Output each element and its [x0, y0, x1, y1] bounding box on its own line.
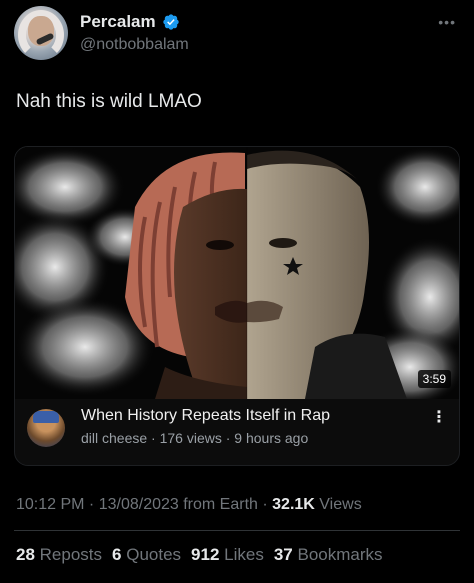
channel-avatar-hat-shape: [33, 411, 59, 423]
quotes-label: Quotes: [126, 545, 182, 564]
engagement-stats: 28 Reposts 6 Quotes 912 Likes 37 Bookmar…: [16, 545, 383, 565]
reposts-count: 28: [16, 545, 35, 564]
post-time: 10:12 PM: [16, 496, 85, 513]
author-avatar[interactable]: [14, 6, 68, 60]
quotes-count: 6: [112, 545, 122, 564]
author-display-name[interactable]: Percalam: [80, 12, 156, 32]
video-info: When History Repeats Itself in Rap dill …: [15, 399, 459, 465]
post-date: 13/08/2023: [98, 496, 179, 513]
bookmarks-stat[interactable]: 37 Bookmarks: [274, 545, 383, 565]
thumbnail-image: [15, 147, 459, 399]
post-views-label: Views: [319, 496, 362, 513]
channel-avatar[interactable]: [27, 409, 65, 447]
tweet-header: Percalam @notbobbalam •••: [14, 6, 460, 62]
likes-stat[interactable]: 912 Likes: [191, 545, 264, 565]
quotes-stat[interactable]: 6 Quotes: [112, 545, 181, 565]
author-handle[interactable]: @notbobbalam: [80, 36, 189, 54]
video-title[interactable]: When History Repeats Itself in Rap: [81, 407, 330, 425]
post-source: from Earth: [183, 496, 258, 513]
video-thumbnail[interactable]: 3:59: [15, 147, 459, 399]
more-horizontal-icon[interactable]: •••: [438, 14, 456, 30]
author-name-row: Percalam: [80, 12, 180, 32]
verified-badge-icon: [162, 14, 179, 30]
reposts-label: Reposts: [39, 545, 103, 564]
post-timestamp: 10:12 PM · 13/08/2023 from Earth · 32.1K…: [16, 496, 362, 513]
bookmarks-label: Bookmarks: [297, 545, 383, 564]
tweet-text: Nah this is wild LMAO: [16, 91, 202, 112]
video-card[interactable]: 3:59 When History Repeats Itself in Rap …: [14, 146, 460, 466]
likes-count: 912: [191, 545, 220, 564]
reposts-stat[interactable]: 28 Reposts: [16, 545, 102, 565]
likes-label: Likes: [224, 545, 264, 564]
divider: [14, 530, 460, 531]
post-views-count[interactable]: 32.1K: [272, 496, 315, 513]
video-meta: dill cheese · 176 views · 9 hours ago: [81, 430, 309, 446]
bookmarks-count: 37: [273, 545, 293, 564]
more-vertical-icon[interactable]: ⋮: [431, 407, 447, 427]
video-duration-badge: 3:59: [417, 370, 451, 388]
